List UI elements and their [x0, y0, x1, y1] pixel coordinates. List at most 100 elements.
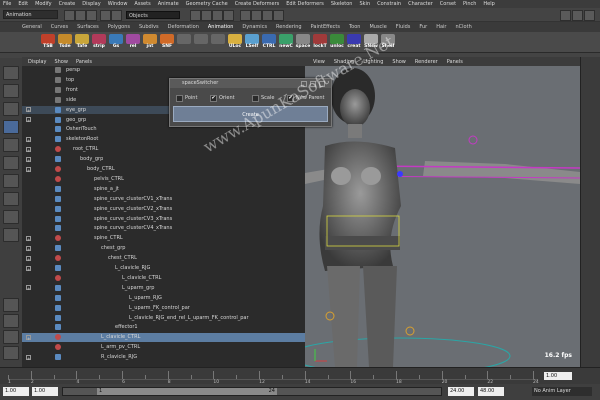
shelf-tab-fur[interactable]: Fur [419, 24, 427, 30]
shelf-tab-animation[interactable]: Animation [208, 24, 234, 30]
minimize-icon[interactable] [301, 80, 307, 87]
shelf-button-space[interactable]: space [295, 34, 311, 51]
playback-start-field[interactable]: 1.00 [32, 387, 58, 396]
menu-constrain[interactable]: Constrain [377, 1, 401, 7]
shelf-button-tsde[interactable]: Tsde [57, 34, 73, 51]
snap-curve-icon[interactable] [201, 10, 212, 21]
snap-point-icon[interactable] [212, 10, 223, 21]
outliner-layout-icon[interactable] [3, 346, 19, 360]
menu-skeleton[interactable]: Skeleton [331, 1, 353, 7]
playback-end-field[interactable]: 24.00 [448, 387, 474, 396]
expand-toggle-icon[interactable]: + [26, 245, 31, 252]
outliner-row[interactable]: + R_clavicle_RJG [22, 353, 305, 362]
soft-mod-tool-icon[interactable] [3, 192, 19, 206]
last-tool-icon[interactable] [3, 228, 19, 242]
snap-grid-icon[interactable] [190, 10, 201, 21]
shelf-button-lself[interactable]: LSelf [244, 34, 260, 51]
shelf-tab-ncloth[interactable]: nCloth [456, 24, 472, 30]
menu-corset[interactable]: Corset [440, 1, 456, 7]
shelf-tab-general[interactable]: General [22, 24, 42, 30]
expand-toggle-icon[interactable]: + [26, 255, 31, 262]
shelf-button-blank8[interactable] [176, 34, 192, 51]
expand-toggle-icon[interactable]: + [26, 334, 31, 341]
expand-toggle-icon[interactable]: + [26, 107, 31, 113]
tool-settings-toggle-icon[interactable] [584, 10, 595, 21]
save-scene-icon[interactable] [86, 10, 97, 21]
attribute-editor-toggle-icon[interactable] [572, 10, 583, 21]
expand-toggle-icon[interactable]: + [26, 235, 31, 242]
outliner-row[interactable]: + body_CTRL [22, 165, 305, 174]
new-scene-icon[interactable] [64, 10, 75, 21]
menu-character[interactable]: Character [408, 1, 433, 7]
shelf-button-ctrl[interactable]: CTRL [261, 34, 277, 51]
shelf-button-blank10[interactable] [210, 34, 226, 51]
shelf-button-uloc[interactable]: ULoc [227, 34, 243, 51]
outliner-row[interactable]: + chest_CTRL [22, 254, 305, 263]
menu-assets[interactable]: Assets [134, 1, 150, 7]
shelf-button-snf[interactable]: SNF [159, 34, 175, 51]
outliner-row[interactable]: L_clavicle_CTRL [22, 274, 305, 283]
perspective-viewport[interactable]: View Shading Lighting Show Renderer Panels [305, 57, 580, 367]
viewport-menu-view[interactable]: View [313, 59, 325, 65]
outliner-row[interactable]: + L_clavicle_CTRL [22, 333, 305, 342]
shelf-tab-curves[interactable]: Curves [51, 24, 68, 30]
start-time-field[interactable]: 1.00 [3, 387, 29, 396]
paint-select-tool-icon[interactable] [3, 102, 19, 116]
expand-toggle-icon[interactable]: + [26, 136, 31, 143]
shelf-button-jnt[interactable]: jnt [142, 34, 158, 51]
outliner-row[interactable]: + L_uparm_grp [22, 284, 305, 293]
select-tool-icon[interactable] [3, 66, 19, 80]
shelf-button-shelf[interactable]: Shelf [380, 34, 396, 51]
lasso-tool-icon[interactable] [3, 84, 19, 98]
outliner-row[interactable]: spine_curve_clusterCV4_xTrans [22, 224, 305, 233]
single-pane-layout-icon[interactable] [3, 298, 19, 312]
menu-create[interactable]: Create [59, 1, 76, 7]
object-name-field[interactable]: Objects [126, 11, 180, 19]
checkbox[interactable] [176, 95, 183, 102]
shelf-button-creat[interactable]: creat [346, 34, 362, 51]
menu-set-dropdown[interactable]: Animation [3, 10, 58, 19]
channel-box-toggle-icon[interactable] [560, 10, 571, 21]
time-slider[interactable]: 1 2 4 6 8 10 12 14 16 18 20 22 24 1.00 [0, 367, 600, 385]
outliner-row[interactable]: + L_clavicle_RJG [22, 264, 305, 273]
two-pane-layout-icon[interactable] [3, 330, 19, 344]
shelf-tab-hair[interactable]: Hair [436, 24, 446, 30]
scale-tool-icon[interactable] [3, 156, 19, 170]
outliner-row[interactable]: effector1 [22, 323, 305, 332]
menu-modify[interactable]: Modify [35, 1, 52, 7]
shelf-tab-rendering[interactable]: Rendering [276, 24, 302, 30]
checkbox[interactable] [252, 95, 259, 102]
menu-edit[interactable]: Edit [18, 1, 28, 7]
shelf-tab-dynamics[interactable]: Dynamics [242, 24, 267, 30]
shelf-button-lockt[interactable]: lockT [312, 34, 328, 51]
shelf-tab-deformation[interactable]: Deformation [168, 24, 199, 30]
expand-toggle-icon[interactable]: + [26, 265, 31, 272]
shelf-button-tafe[interactable]: Tafe [74, 34, 90, 51]
outliner-menu-panels[interactable]: Panels [76, 59, 92, 65]
menu-file[interactable]: File [3, 1, 11, 7]
menu-create-deformers[interactable]: Create Deformers [235, 1, 280, 7]
outliner-row[interactable]: L_uparm_FK_control_par [22, 304, 305, 313]
outliner-row[interactable]: pelvis_CTRL [22, 175, 305, 184]
shelf-button-strip[interactable]: strip [91, 34, 107, 51]
outliner-row[interactable]: + root_CTRL [22, 145, 305, 154]
menu-geometry-cache[interactable]: Geometry Cache [186, 1, 228, 7]
move-tool-icon[interactable] [3, 120, 19, 134]
shelf-button-tsb[interactable]: TSB [40, 34, 56, 51]
anim-layer-dropdown[interactable]: No Anim Layer [532, 387, 592, 396]
history-icon[interactable] [240, 10, 251, 21]
viewport-menu-renderer[interactable]: Renderer [415, 59, 438, 65]
viewport-menu-lighting[interactable]: Lighting [363, 59, 383, 65]
shelf-button-rel[interactable]: rel [125, 34, 141, 51]
select-hierarchy-icon[interactable] [100, 10, 111, 21]
menu-edit-deformers[interactable]: Edit Deformers [286, 1, 324, 7]
outliner-row[interactable]: persp [22, 66, 305, 75]
menu-skin[interactable]: Skin [359, 1, 370, 7]
expand-toggle-icon[interactable]: + [26, 285, 31, 291]
outliner-row[interactable]: spine_a_jt [22, 185, 305, 194]
create-button[interactable]: Create [173, 106, 328, 122]
shelf-tab-muscle[interactable]: Muscle [369, 24, 386, 30]
range-slider[interactable]: 1 24 [62, 387, 442, 396]
shelf-button-newc[interactable]: newC [278, 34, 294, 51]
range-handle[interactable]: 1 24 [97, 388, 277, 395]
